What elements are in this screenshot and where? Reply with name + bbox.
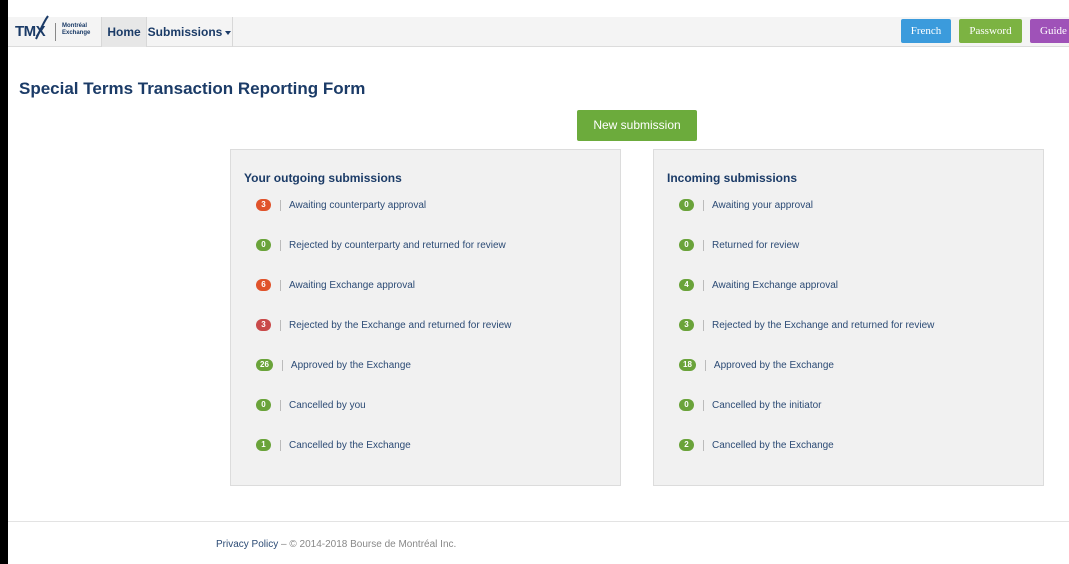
nav-submissions-dropdown[interactable]: Submissions <box>147 17 233 47</box>
separator <box>280 239 281 251</box>
count-badge: 0 <box>679 199 694 211</box>
incoming-submissions-panel: Incoming submissions 0 Awaiting your appr… <box>653 149 1044 486</box>
outgoing-row[interactable]: 0 Rejected by counterparty and returned f… <box>256 238 506 252</box>
incoming-row[interactable]: 0 Returned for review <box>679 238 799 252</box>
logo-divider <box>55 23 56 41</box>
incoming-row[interactable]: 4 Awaiting Exchange approval <box>679 278 838 292</box>
password-button[interactable]: Password <box>959 19 1022 43</box>
outgoing-row[interactable]: 0 Cancelled by you <box>256 398 366 412</box>
separator <box>280 279 281 291</box>
outgoing-row[interactable]: 3 Awaiting counterparty approval <box>256 198 426 212</box>
french-button[interactable]: French <box>901 19 951 43</box>
incoming-status-link[interactable]: Awaiting Exchange approval <box>712 280 838 291</box>
separator <box>703 239 704 251</box>
footer: Privacy Policy – © 2014-2018 Bourse de M… <box>216 539 456 550</box>
outgoing-status-link[interactable]: Cancelled by you <box>289 400 366 411</box>
outgoing-row[interactable]: 6 Awaiting Exchange approval <box>256 278 415 292</box>
new-submission-button[interactable]: New submission <box>577 110 697 141</box>
separator <box>703 199 704 211</box>
incoming-status-link[interactable]: Returned for review <box>712 240 799 251</box>
nav-home[interactable]: Home <box>101 17 147 47</box>
footer-divider <box>8 521 1069 522</box>
outgoing-status-link[interactable]: Rejected by counterparty and returned fo… <box>289 240 506 251</box>
outgoing-row[interactable]: 3 Rejected by the Exchange and returned f… <box>256 318 511 332</box>
incoming-status-link[interactable]: Rejected by the Exchange and returned fo… <box>712 320 934 331</box>
outgoing-status-link[interactable]: Awaiting Exchange approval <box>289 280 415 291</box>
separator <box>703 279 704 291</box>
app-window: TMX Montréal Exchange Home Submissions F… <box>0 0 1069 564</box>
count-badge: 3 <box>256 199 271 211</box>
nav-submissions-label: Submissions <box>147 25 223 39</box>
logo-subtitle-line2: Exchange <box>62 30 91 36</box>
incoming-row[interactable]: 0 Cancelled by the initiator <box>679 398 822 412</box>
outgoing-status-link[interactable]: Rejected by the Exchange and returned fo… <box>289 320 511 331</box>
count-badge: 26 <box>256 359 273 371</box>
outgoing-status-link[interactable]: Awaiting counterparty approval <box>289 200 426 211</box>
chevron-down-icon <box>225 30 232 35</box>
separator <box>280 199 281 211</box>
separator <box>280 399 281 411</box>
logo-subtitle-line1: Montréal <box>62 23 88 29</box>
top-navbar: TMX Montréal Exchange Home Submissions F… <box>8 15 1069 47</box>
logo-swoosh-icon <box>35 15 49 40</box>
count-badge: 0 <box>256 239 271 251</box>
count-badge: 18 <box>679 359 696 371</box>
count-badge: 0 <box>679 239 694 251</box>
separator <box>703 439 704 451</box>
privacy-policy-link[interactable]: Privacy Policy <box>216 539 278 550</box>
outgoing-submissions-panel: Your outgoing submissions 3 Awaiting coun… <box>230 149 621 486</box>
incoming-row[interactable]: 0 Awaiting your approval <box>679 198 813 212</box>
count-badge: 3 <box>256 319 271 331</box>
count-badge: 2 <box>679 439 694 451</box>
count-badge: 4 <box>679 279 694 291</box>
guide-button[interactable]: Guide <box>1030 19 1069 43</box>
count-badge: 0 <box>256 399 271 411</box>
count-badge: 3 <box>679 319 694 331</box>
outgoing-row[interactable]: 1 Cancelled by the Exchange <box>256 438 411 452</box>
incoming-panel-title: Incoming submissions <box>667 171 798 185</box>
incoming-status-link[interactable]: Cancelled by the initiator <box>712 400 822 411</box>
logo-subtitle: Montréal Exchange <box>62 23 90 37</box>
outgoing-row[interactable]: 26 Approved by the Exchange <box>256 358 411 372</box>
window-edge <box>0 0 8 564</box>
separator <box>280 319 281 331</box>
count-badge: 6 <box>256 279 271 291</box>
separator <box>703 319 704 331</box>
incoming-status-link[interactable]: Awaiting your approval <box>712 200 813 211</box>
count-badge: 1 <box>256 439 271 451</box>
outgoing-panel-title: Your outgoing submissions <box>244 171 402 185</box>
separator <box>703 399 704 411</box>
separator <box>704 359 706 371</box>
separator <box>281 359 283 371</box>
incoming-row[interactable]: 3 Rejected by the Exchange and returned f… <box>679 318 934 332</box>
incoming-row[interactable]: 2 Cancelled by the Exchange <box>679 438 834 452</box>
page-title: Special Terms Transaction Reporting Form <box>19 79 366 98</box>
copyright-text: – © 2014-2018 Bourse de Montréal Inc. <box>278 539 457 550</box>
count-badge: 0 <box>679 399 694 411</box>
outgoing-status-link[interactable]: Cancelled by the Exchange <box>289 440 411 451</box>
incoming-row[interactable]: 18 Approved by the Exchange <box>679 358 834 372</box>
outgoing-status-link[interactable]: Approved by the Exchange <box>291 360 411 371</box>
incoming-status-link[interactable]: Approved by the Exchange <box>714 360 834 371</box>
incoming-status-link[interactable]: Cancelled by the Exchange <box>712 440 834 451</box>
separator <box>280 439 281 451</box>
